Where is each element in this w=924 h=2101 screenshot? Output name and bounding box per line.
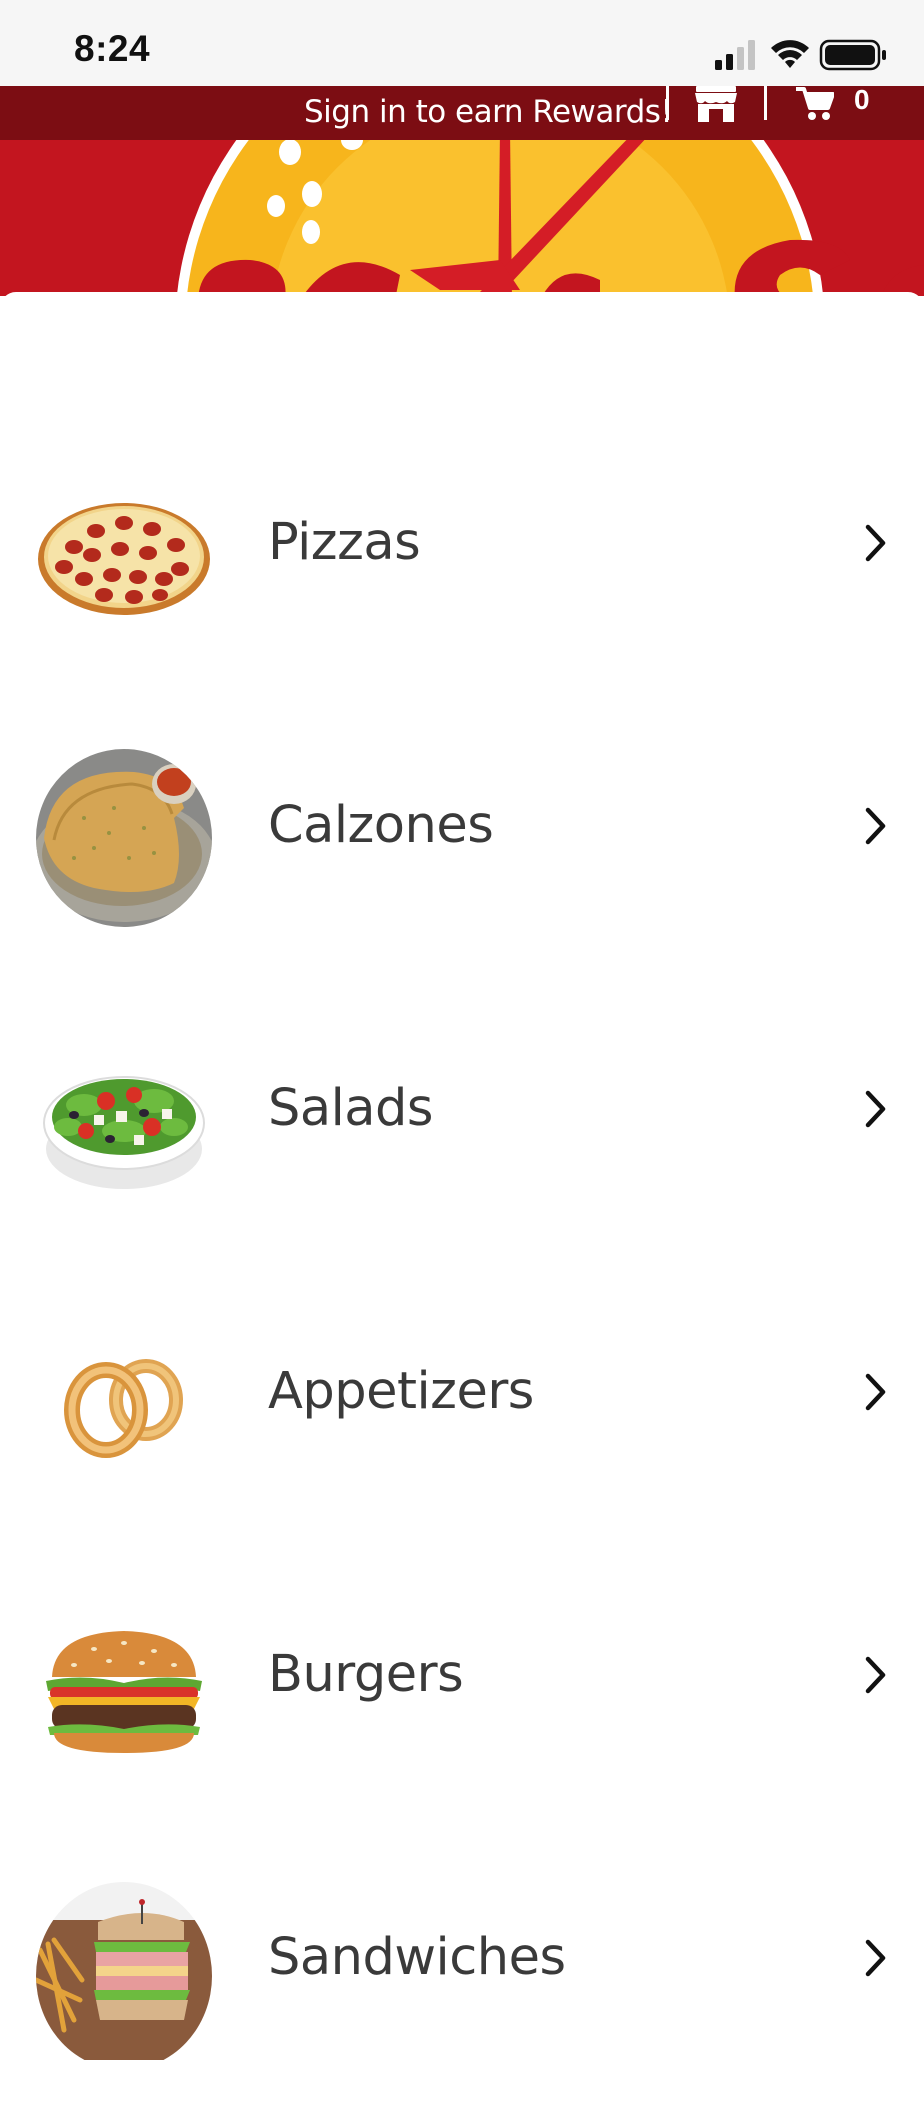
cart-icon[interactable] [796,86,834,122]
onion-rings-image [64,1359,183,1458]
status-time: 8:24 [74,28,151,69]
category-item-appetizers[interactable]: Appetizers [0,1249,924,1532]
signal-icon [715,40,755,70]
burger-image [46,1631,202,1753]
category-item-sandwiches[interactable]: Sandwiches [0,1815,924,2098]
category-label: Appetizers [268,1362,534,1421]
menu-content: Pizzas Calzones Salads Appetizers Burger… [0,292,924,2060]
category-label: Pizzas [268,513,421,572]
cart-count-badge[interactable]: 0 [854,86,870,114]
category-item-pizzas[interactable]: Pizzas [0,400,924,683]
sign-in-rewards-link[interactable]: Sign in to earn Rewards! [304,86,673,140]
store-icon[interactable] [694,86,738,122]
sandwich-image [36,1882,212,2060]
category-item-burgers[interactable]: Burgers [0,1532,924,1815]
chevron-right-icon [865,1090,886,1128]
battery-icon [819,39,886,71]
category-item-calzones[interactable]: Calzones [0,683,924,966]
chevron-right-icon [865,524,886,562]
category-list: Pizzas Calzones Salads Appetizers Burger… [0,400,924,2098]
header-divider [764,86,767,120]
salad-image [43,1076,205,1189]
restaurant-logo [176,140,924,296]
wifi-icon [771,40,809,68]
pizza-image [38,503,210,615]
chevron-right-icon [865,1656,886,1694]
chevron-right-icon [865,1373,886,1411]
rewards-bar: Sign in to earn Rewards! [0,86,924,140]
category-label: Sandwiches [268,1928,566,1987]
header-divider [666,86,669,120]
chevron-right-icon [865,807,886,845]
chevron-right-icon [865,1939,886,1977]
calzone-image [36,749,212,927]
category-label: Calzones [268,796,494,855]
category-item-salads[interactable]: Salads [0,966,924,1249]
status-icons [715,39,886,71]
status-bar: 8:24 [0,0,924,86]
category-label: Salads [268,1079,434,1138]
category-label: Burgers [268,1645,464,1704]
restaurant-banner [0,140,924,296]
